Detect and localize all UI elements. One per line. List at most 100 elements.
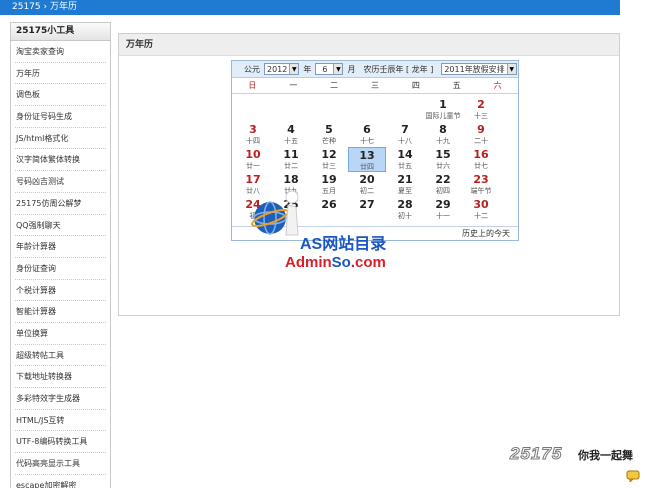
day-number: 2 <box>477 98 485 111</box>
day-number: 30 <box>473 198 489 211</box>
sidebar-item[interactable]: UTF-8编码转换工具 <box>15 431 106 454</box>
page-title: 万年历 <box>119 34 619 56</box>
calendar-day[interactable]: 19 五月 <box>310 172 348 197</box>
lunar-day: 十九 <box>436 137 450 145</box>
calendar-day[interactable]: 14 廿五 <box>386 147 424 172</box>
day-number: 1 <box>439 98 447 111</box>
sidebar-item[interactable]: 身份证查询 <box>15 258 106 280</box>
day-number: 9 <box>477 123 485 136</box>
lunar-info: 农历壬辰年 [ 龙年 ] <box>363 64 434 74</box>
calendar-day[interactable]: 6 十七 <box>348 122 386 147</box>
sidebar-list: 淘宝卖家查询 万年历 调色板 身份证号码生成 JS/html格式化 汉字简体繁体转换 号码凶… <box>11 41 110 488</box>
sidebar-item[interactable]: 智能计算器 <box>15 301 106 323</box>
lunar-day: 二十 <box>474 137 488 145</box>
sidebar-item[interactable]: QQ强制聊天 <box>15 215 106 237</box>
history-today-link[interactable]: 历史上的今天 <box>462 229 510 238</box>
lunar-day: 十四 <box>246 137 260 145</box>
day-number: 21 <box>397 173 413 186</box>
sidebar-item[interactable]: 号码凶吉测试 <box>15 171 106 193</box>
month-select[interactable]: 6 ▼ <box>315 63 344 75</box>
lunar-day: 十七 <box>360 137 374 145</box>
sidebar-item[interactable]: 单位换算 <box>15 323 106 345</box>
calendar-day[interactable]: 22 初四 <box>424 172 462 197</box>
calendar-day[interactable]: 1 国际儿童节 <box>424 97 462 122</box>
calendar-day[interactable]: 26 <box>310 197 348 222</box>
calendar-day[interactable]: 28 初十 <box>386 197 424 222</box>
day-number: 19 <box>321 173 337 186</box>
sidebar-item[interactable]: 超级转帖工具 <box>15 345 106 367</box>
chevron-down-icon[interactable]: ▼ <box>333 64 343 74</box>
sidebar-item[interactable]: JS/html格式化 <box>15 128 106 150</box>
calendar-day[interactable]: 15 廿六 <box>424 147 462 172</box>
calendar-day[interactable]: 3 十四 <box>234 122 272 147</box>
era-label: 公元 <box>244 64 260 74</box>
lunar-day: 廿六 <box>436 162 450 170</box>
weekday-label: 六 <box>493 81 502 90</box>
calendar-day[interactable]: 27 <box>348 197 386 222</box>
day-number: 20 <box>359 173 375 186</box>
calendar-day[interactable]: 12 廿三 <box>310 147 348 172</box>
sidebar-item[interactable]: HTML/JS互转 <box>15 410 106 432</box>
sidebar-item[interactable]: 25175仿周公解梦 <box>15 193 106 215</box>
weekday-label: 三 <box>371 81 379 90</box>
lunar-day: 芒种 <box>322 137 336 145</box>
calendar-day[interactable]: 23 端午节 <box>462 172 500 197</box>
day-number: 27 <box>359 198 375 211</box>
weekday-label: 四 <box>411 81 420 90</box>
calendar-day[interactable]: 7 十八 <box>386 122 424 147</box>
day-number: 10 <box>245 148 261 161</box>
day-number: 28 <box>397 198 413 211</box>
sidebar-item[interactable]: 身份证号码生成 <box>15 106 106 128</box>
lunar-day: 廿三 <box>322 162 336 170</box>
calendar-day[interactable]: 16 廿七 <box>462 147 500 172</box>
holiday-select[interactable]: 2011年放假安排 ▼ <box>441 63 517 75</box>
day-number: 14 <box>397 148 413 161</box>
sidebar-item[interactable]: 万年历 <box>15 63 106 85</box>
sidebar-item[interactable]: 下载地址转换器 <box>15 366 106 388</box>
lunar-day: 廿五 <box>398 162 412 170</box>
calendar-day[interactable]: 11 廿二 <box>272 147 310 172</box>
chevron-down-icon[interactable]: ▼ <box>506 64 516 74</box>
day-number: 11 <box>283 148 299 161</box>
sidebar-item[interactable]: 个税计算器 <box>15 280 106 302</box>
corner-brand-number: 25175 <box>509 444 563 464</box>
calendar-day[interactable]: 4 十五 <box>272 122 310 147</box>
calendar-day[interactable]: 2 十三 <box>462 97 500 122</box>
sidebar-item[interactable]: 多彩特效字生成器 <box>15 388 106 410</box>
day-number: 8 <box>439 123 447 136</box>
calendar-day[interactable]: 20 初二 <box>348 172 386 197</box>
calendar-toolbar: 公元 2012 ▼ 年 6 ▼ 月 农历壬辰年 [ 龙年 ] 2011年放假安排… <box>232 61 518 78</box>
sidebar-item[interactable]: 调色板 <box>15 84 106 107</box>
sidebar-title: 25175小工具 <box>11 23 110 41</box>
sidebar-item[interactable]: 淘宝卖家查询 <box>15 41 106 63</box>
sidebar-item[interactable]: 年龄计算器 <box>15 236 106 258</box>
watermark-blue: So <box>331 254 351 271</box>
chevron-down-icon[interactable]: ▼ <box>289 64 299 74</box>
lunar-day: 廿四 <box>360 163 374 171</box>
day-number: 16 <box>473 148 489 161</box>
day-number: 3 <box>249 123 257 136</box>
day-number: 13 <box>359 149 375 162</box>
calendar-day[interactable]: 21 夏至 <box>386 172 424 197</box>
lunar-day: 十一 <box>436 212 450 220</box>
calendar-day[interactable]: 8 十九 <box>424 122 462 147</box>
weekday-header: 日一二三四五六 <box>232 78 518 94</box>
calendar-day[interactable]: 10 廿一 <box>234 147 272 172</box>
calendar-day-today[interactable]: 13 廿四 <box>348 147 386 172</box>
calendar-day[interactable]: 5 芒种 <box>310 122 348 147</box>
calendar-day[interactable]: 29 十一 <box>424 197 462 222</box>
year-select[interactable]: 2012 ▼ <box>264 63 300 75</box>
lunar-day: 国际儿童节 <box>425 112 461 120</box>
watermark-end: .com <box>350 254 386 271</box>
lunar-day: 夏至 <box>398 187 412 195</box>
lunar-day: 十五 <box>284 137 298 145</box>
sidebar-item[interactable]: 代码高亮显示工具 <box>15 453 106 475</box>
sidebar-item[interactable]: 汉字简体繁体转换 <box>15 149 106 172</box>
lunar-day: 端午节 <box>470 187 492 195</box>
year-unit: 年 <box>303 64 312 74</box>
calendar-day[interactable]: 9 二十 <box>462 122 500 147</box>
calendar-day[interactable]: 30 十二 <box>462 197 500 222</box>
sidebar-item[interactable]: escape加密解密 <box>15 475 106 488</box>
lunar-day: 初十 <box>398 212 412 220</box>
breadcrumb[interactable]: 25175 › 万年历 <box>12 2 77 12</box>
